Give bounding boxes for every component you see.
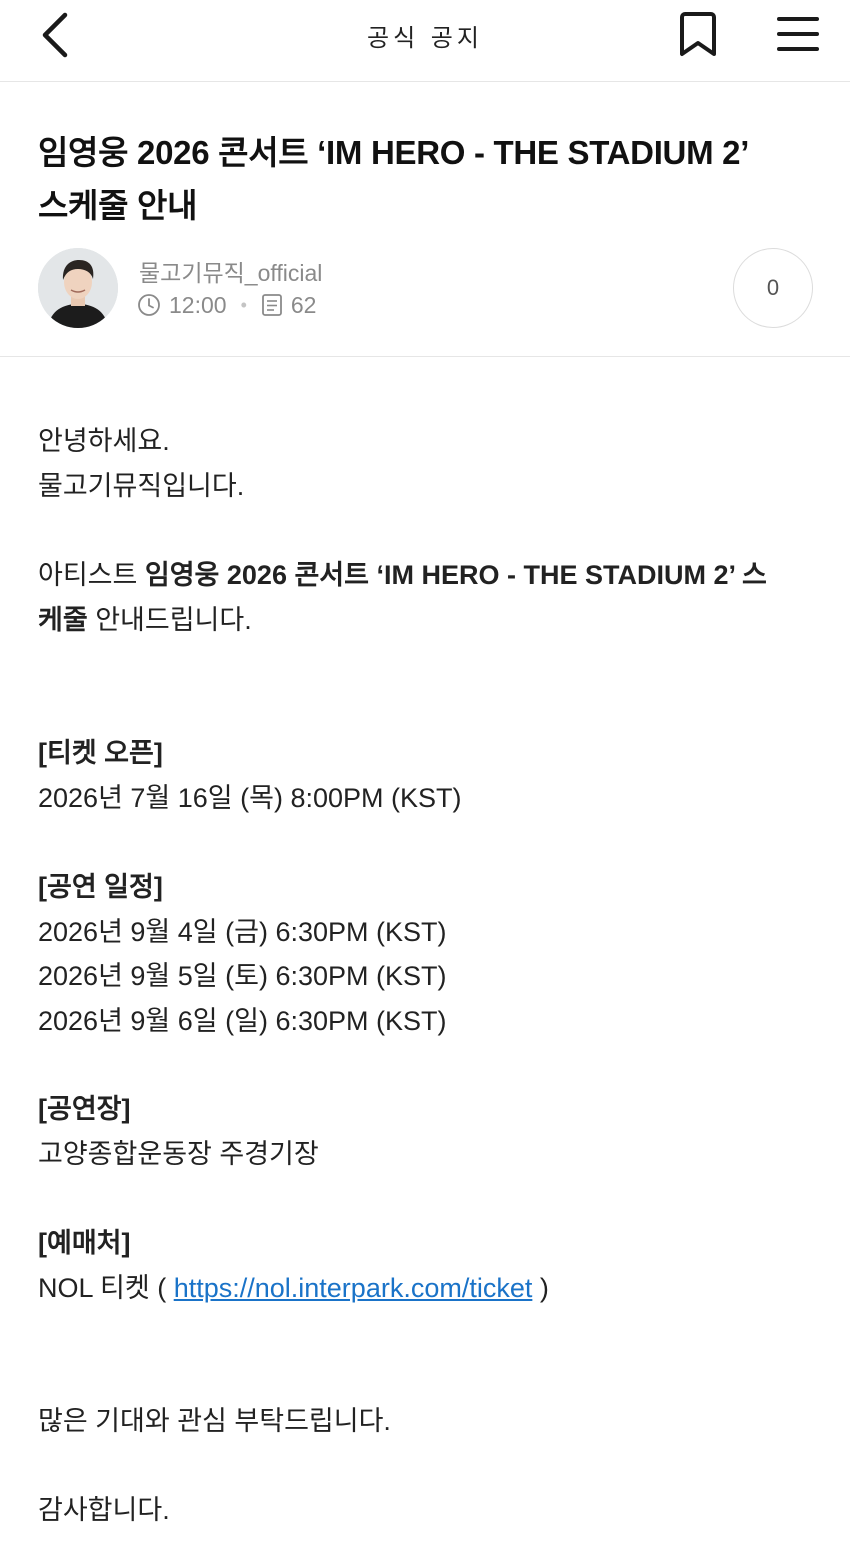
post-title-line1: 임영웅 2026 콘서트 ‘IM HERO - THE STADIUM 2’ — [38, 134, 750, 171]
booking-suffix: ) — [532, 1273, 549, 1303]
avatar[interactable] — [38, 248, 118, 328]
post-title-line2: 스케줄 안내 — [38, 187, 198, 224]
bookmark-button[interactable] — [672, 8, 724, 60]
greeting-text: 안녕하세요. — [38, 426, 170, 456]
announcement-bold: 임영웅 2026 콘서트 ‘IM HERO - THE STADIUM 2’ 스 — [144, 560, 767, 590]
announcement-line2: 케줄 안내드립니다. — [38, 601, 252, 639]
avatar-image — [38, 248, 118, 328]
comment-count-button[interactable]: 0 — [733, 248, 813, 328]
divider — [0, 356, 850, 357]
author-row: 물고기뮤직_official 12:00 • 62 0 — [38, 248, 818, 330]
ticket-open-heading: [티켓 오픈] — [38, 738, 163, 768]
announcement-bold-cont: 케줄 — [38, 605, 88, 635]
author-name[interactable]: 물고기뮤직_official — [139, 254, 322, 288]
intro-text: 물고기뮤직입니다. — [38, 471, 245, 501]
post-title: 임영웅 2026 콘서트 ‘IM HERO - THE STADIUM 2’ 스… — [38, 126, 828, 232]
booking-line: NOL 티켓 ( https://nol.interpark.com/ticke… — [38, 1269, 549, 1307]
announcement-prefix: 아티스트 — [38, 560, 145, 590]
meta-separator: • — [240, 294, 247, 315]
booking-heading: [예매처] — [38, 1228, 131, 1258]
menu-button[interactable] — [770, 8, 826, 60]
venue-text: 고양종합운동장 주경기장 — [38, 1139, 319, 1169]
schedule-item: 2026년 9월 4일 (금) 6:30PM (KST) — [38, 917, 447, 947]
schedule-item: 2026년 9월 6일 (일) 6:30PM (KST) — [38, 1006, 447, 1036]
booking-prefix: NOL 티켓 ( — [38, 1273, 174, 1303]
post-time: 12:00 — [169, 291, 227, 318]
closing-text: 많은 기대와 관심 부탁드립니다. — [38, 1406, 391, 1436]
clock-icon — [137, 293, 161, 317]
bookmark-icon — [680, 12, 716, 56]
thanks-text: 감사합니다. — [38, 1495, 170, 1525]
schedule-item: 2026년 9월 5일 (토) 6:30PM (KST) — [38, 961, 447, 991]
menu-icon — [777, 17, 819, 51]
announcement-line1: 아티스트 임영웅 2026 콘서트 ‘IM HERO - THE STADIUM… — [38, 556, 767, 594]
venue-heading: [공연장] — [38, 1094, 131, 1124]
view-count: 62 — [290, 291, 317, 318]
announcement-suffix: 안내드립니다. — [87, 605, 252, 635]
booking-link[interactable]: https://nol.interpark.com/ticket — [174, 1273, 533, 1303]
top-bar: 공식 공지 — [0, 0, 850, 82]
ticket-open-date: 2026년 7월 16일 (목) 8:00PM (KST) — [38, 783, 462, 813]
schedule-heading: [공연 일정] — [38, 872, 163, 902]
views-icon — [261, 293, 283, 317]
post-meta: 12:00 • 62 — [137, 290, 316, 320]
